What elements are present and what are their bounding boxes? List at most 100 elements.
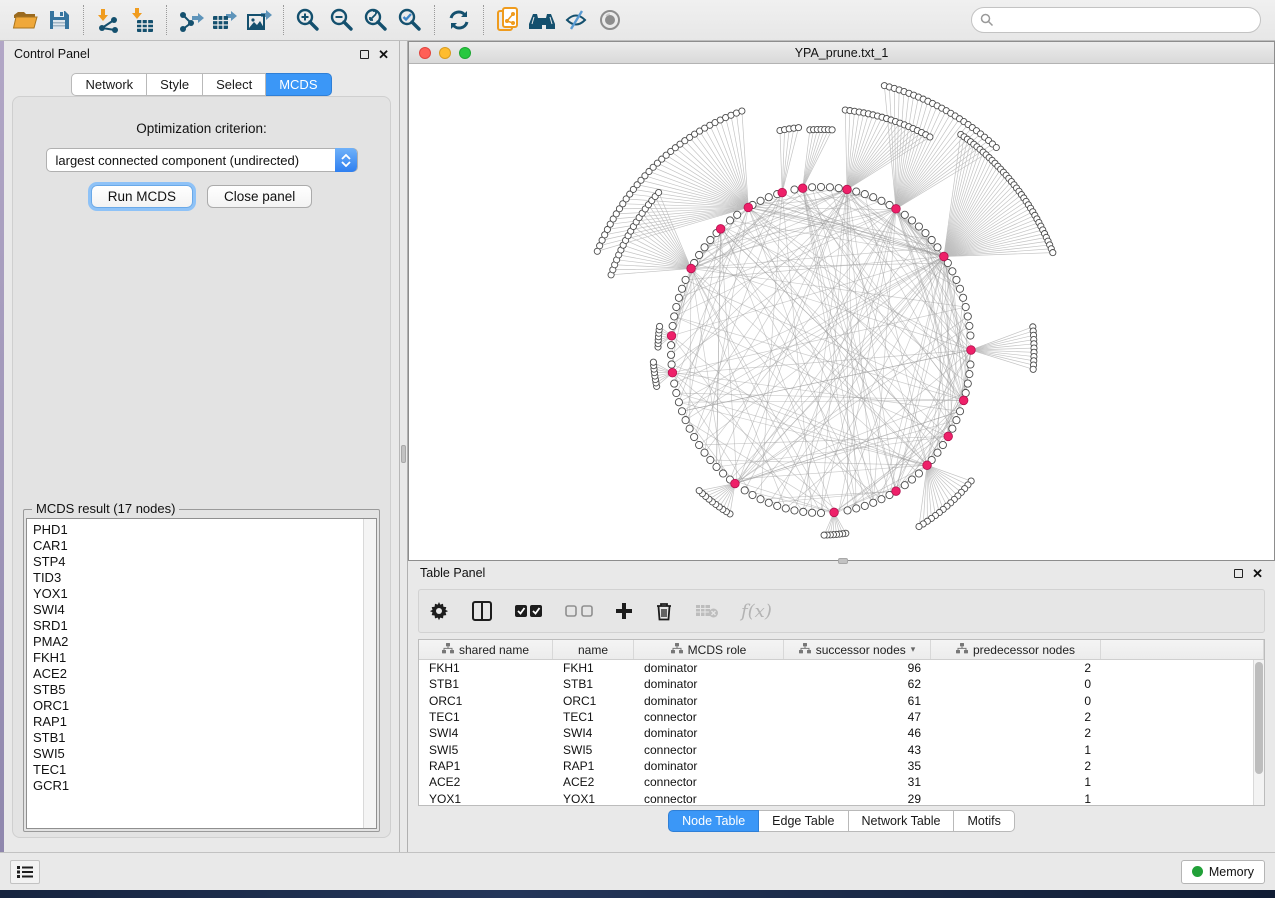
close-panel-button[interactable]: Close panel [207, 185, 312, 208]
table-row[interactable]: SWI5SWI5connector431 [419, 741, 1253, 757]
mcds-result-groupbox: MCDS result (17 nodes) PHD1CAR1STP4TID3Y… [23, 509, 380, 832]
two-column-view-icon[interactable] [471, 596, 493, 626]
tab-select[interactable]: Select [203, 73, 266, 96]
mcds-result-item[interactable]: ACE2 [33, 666, 370, 682]
close-panel-icon[interactable]: ✕ [1252, 567, 1263, 580]
memory-status-icon [1192, 866, 1203, 877]
cell-successor-nodes: 96 [784, 660, 931, 676]
column-header-shared-name[interactable]: shared name [419, 640, 553, 659]
column-header-predecessor-nodes[interactable]: predecessor nodes [931, 640, 1101, 659]
mcds-result-item[interactable]: YOX1 [33, 586, 370, 602]
zoom-in-icon[interactable] [291, 4, 325, 36]
tab-network[interactable]: Network [71, 73, 147, 96]
mcds-result-item[interactable]: SWI5 [33, 746, 370, 762]
global-search-field[interactable] [971, 7, 1261, 33]
table-row[interactable]: ORC1ORC1dominator610 [419, 693, 1253, 709]
delete-column-icon[interactable] [655, 596, 673, 626]
mcds-result-item[interactable]: PHD1 [33, 522, 370, 538]
tab-network-table[interactable]: Network Table [849, 810, 955, 832]
cell-MCDS-role: dominator [634, 693, 784, 709]
mcds-result-item[interactable]: FKH1 [33, 650, 370, 666]
list-scrollbar[interactable] [363, 519, 376, 828]
zoom-selected-icon[interactable] [393, 4, 427, 36]
vertical-splitter[interactable] [400, 41, 408, 852]
mcds-result-item[interactable]: STP4 [33, 554, 370, 570]
splitter-handle[interactable] [401, 445, 406, 463]
table-row[interactable]: YOX1YOX1connector291 [419, 790, 1253, 805]
hide-graphics-details-icon[interactable] [559, 4, 593, 36]
sort-chevron-icon[interactable]: ▾ [911, 644, 916, 655]
mcds-result-item[interactable]: STB5 [33, 682, 370, 698]
mcds-result-item[interactable]: CAR1 [33, 538, 370, 554]
mcds-result-item[interactable]: SWI4 [33, 602, 370, 618]
cell-predecessor-nodes: 2 [931, 758, 1101, 774]
task-history-button[interactable] [10, 860, 40, 884]
zoom-fit-icon[interactable] [359, 4, 393, 36]
mcds-result-item[interactable]: TEC1 [33, 762, 370, 778]
zoom-out-icon[interactable] [325, 4, 359, 36]
deselect-all-icon[interactable] [565, 596, 593, 626]
table-scrollbar[interactable] [1253, 660, 1264, 805]
mcds-result-item[interactable]: SRD1 [33, 618, 370, 634]
column-header-MCDS-role[interactable]: MCDS role [634, 640, 784, 659]
network-graph-canvas[interactable] [409, 64, 1274, 560]
export-table-icon[interactable] [208, 4, 242, 36]
close-panel-icon[interactable]: ✕ [378, 48, 389, 61]
search-input[interactable] [994, 13, 1244, 27]
tab-mcds[interactable]: MCDS [266, 73, 331, 96]
criterion-dropdown[interactable]: largest connected component (undirected) [46, 148, 358, 172]
mcds-result-item[interactable]: GCR1 [33, 778, 370, 794]
open-folder-icon[interactable] [8, 4, 42, 36]
table-row[interactable]: ACE2ACE2connector311 [419, 774, 1253, 790]
network-window-titlebar[interactable]: YPA_prune.txt_1 [409, 42, 1274, 64]
import-network-icon[interactable] [91, 4, 125, 36]
cell-successor-nodes: 62 [784, 676, 931, 692]
cell-name: STB1 [553, 676, 634, 692]
mcds-result-item[interactable]: TID3 [33, 570, 370, 586]
column-header-successor-nodes[interactable]: successor nodes▾ [784, 640, 931, 659]
export-image-icon[interactable] [242, 4, 276, 36]
refresh-icon[interactable] [442, 4, 476, 36]
memory-label: Memory [1209, 865, 1254, 879]
mcds-result-item[interactable]: RAP1 [33, 714, 370, 730]
export-network-icon[interactable] [174, 4, 208, 36]
mcds-result-list[interactable]: PHD1CAR1STP4TID3YOX1SWI4SRD1PMA2FKH1ACE2… [26, 518, 377, 829]
control-panel-tabs: NetworkStyleSelectMCDS [4, 73, 399, 96]
table-row[interactable]: RAP1RAP1dominator352 [419, 758, 1253, 774]
control-panel-title: Control Panel [14, 47, 90, 61]
table-tabs: Node TableEdge TableNetwork TableMotifs [408, 810, 1275, 832]
table-row[interactable]: SWI4SWI4dominator462 [419, 725, 1253, 741]
column-header-name[interactable]: name [553, 640, 634, 659]
gear-icon[interactable] [429, 596, 449, 626]
show-graphics-details-icon[interactable] [593, 4, 627, 36]
function-builder-icon-disabled: f(x) [741, 601, 772, 622]
table-row[interactable]: FKH1FKH1dominator962 [419, 660, 1253, 676]
float-panel-icon[interactable] [1234, 569, 1243, 578]
float-panel-icon[interactable] [360, 50, 369, 59]
memory-button[interactable]: Memory [1181, 860, 1265, 884]
criterion-value: largest connected component (undirected) [56, 153, 300, 168]
tab-style[interactable]: Style [147, 73, 203, 96]
cell-shared-name: FKH1 [419, 660, 553, 676]
add-column-icon[interactable] [615, 596, 633, 626]
search-binoculars-icon[interactable] [525, 4, 559, 36]
tab-motifs[interactable]: Motifs [954, 810, 1014, 832]
table-panel-title: Table Panel [420, 566, 485, 580]
cell-shared-name: RAP1 [419, 758, 553, 774]
import-table-icon[interactable] [125, 4, 159, 36]
network-from-selection-icon[interactable] [491, 4, 525, 36]
save-icon[interactable] [42, 4, 76, 36]
table-row[interactable]: TEC1TEC1connector472 [419, 709, 1253, 725]
mcds-result-item[interactable]: PMA2 [33, 634, 370, 650]
cell-shared-name: SWI5 [419, 741, 553, 757]
run-mcds-button[interactable]: Run MCDS [91, 185, 193, 208]
horizontal-splitter-handle[interactable] [838, 558, 848, 564]
select-all-icon[interactable] [515, 596, 543, 626]
table-row[interactable]: STB1STB1dominator620 [419, 676, 1253, 692]
tab-node-table[interactable]: Node Table [668, 810, 759, 832]
mcds-result-item[interactable]: STB1 [33, 730, 370, 746]
cell-shared-name: STB1 [419, 676, 553, 692]
tab-edge-table[interactable]: Edge Table [759, 810, 848, 832]
mcds-result-item[interactable]: ORC1 [33, 698, 370, 714]
cell-predecessor-nodes: 0 [931, 693, 1101, 709]
